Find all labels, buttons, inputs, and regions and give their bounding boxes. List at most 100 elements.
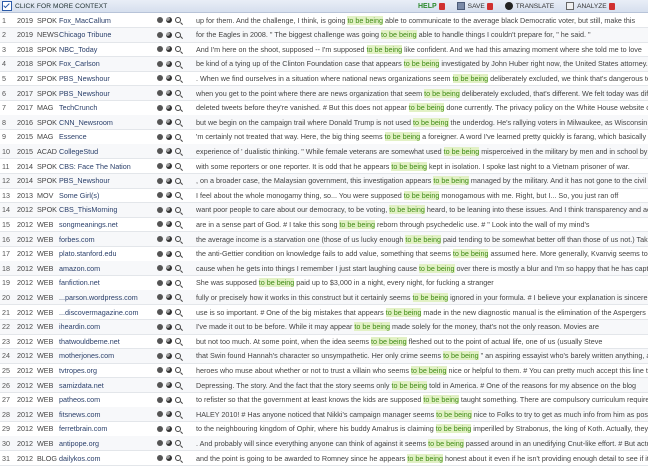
keyword-match[interactable]: to be being	[385, 307, 422, 317]
search-icon[interactable]	[175, 236, 181, 242]
keyword-match[interactable]: to be being	[381, 30, 417, 40]
keyword-match[interactable]: to be being	[452, 249, 489, 259]
keyword-match[interactable]: to be being	[410, 365, 447, 375]
audio-icon[interactable]	[157, 440, 163, 447]
info-icon[interactable]	[166, 192, 172, 199]
info-icon[interactable]	[166, 163, 172, 169]
info-icon[interactable]	[166, 396, 172, 403]
audio-icon[interactable]	[157, 104, 163, 111]
audio-icon[interactable]	[157, 177, 163, 184]
keyword-match[interactable]: to be being	[389, 205, 425, 215]
keyword-match[interactable]: to be being	[424, 88, 460, 98]
search-icon[interactable]	[175, 163, 181, 169]
audio-icon[interactable]	[157, 163, 163, 169]
row-source-link[interactable]: patheos.com	[59, 395, 153, 404]
audio-icon[interactable]	[157, 250, 163, 257]
info-icon[interactable]	[166, 177, 172, 184]
keyword-match[interactable]: to be being	[435, 424, 472, 434]
context-toggle[interactable]: CLICK FOR MORE CONTEXT	[2, 1, 107, 11]
audio-icon[interactable]	[157, 221, 163, 228]
audio-icon[interactable]	[157, 323, 163, 330]
info-icon[interactable]	[166, 411, 172, 418]
search-icon[interactable]	[175, 221, 181, 228]
audio-icon[interactable]	[157, 279, 163, 286]
info-icon[interactable]	[166, 294, 172, 301]
row-source-link[interactable]: Some Girl(s)	[59, 191, 153, 200]
keyword-match[interactable]: to be being	[403, 59, 440, 69]
search-icon[interactable]	[175, 206, 181, 213]
row-source-link[interactable]: Chicago Tribune	[59, 30, 153, 39]
audio-icon[interactable]	[157, 90, 163, 96]
keyword-match[interactable]: to be being	[258, 278, 295, 288]
row-source-link[interactable]: tvtropes.org	[59, 366, 153, 375]
audio-icon[interactable]	[157, 75, 163, 82]
info-icon[interactable]	[166, 352, 172, 359]
row-source-link[interactable]: ferretbrain.com	[59, 424, 153, 433]
audio-icon[interactable]	[157, 60, 163, 67]
keyword-match[interactable]: to be being	[407, 453, 443, 463]
audio-icon[interactable]	[157, 17, 163, 23]
row-source-link[interactable]: PBS_Newshour	[59, 176, 153, 185]
info-icon[interactable]	[166, 148, 172, 155]
audio-icon[interactable]	[157, 119, 163, 126]
search-icon[interactable]	[175, 192, 181, 199]
keyword-match[interactable]: to be being	[423, 395, 459, 405]
search-icon[interactable]	[175, 148, 181, 155]
audio-icon[interactable]	[157, 411, 163, 418]
audio-icon[interactable]	[157, 396, 163, 403]
row-source-link[interactable]: thatwouldbeme.net	[59, 337, 153, 346]
search-icon[interactable]	[175, 265, 181, 272]
keyword-match[interactable]: to be being	[391, 161, 427, 171]
search-icon[interactable]	[175, 396, 181, 403]
audio-icon[interactable]	[157, 31, 163, 38]
row-source-link[interactable]: iheardin.com	[59, 322, 153, 331]
search-icon[interactable]	[175, 382, 181, 388]
info-icon[interactable]	[166, 425, 172, 432]
info-icon[interactable]	[166, 31, 172, 38]
row-source-link[interactable]: Fox_Carlson	[59, 59, 153, 68]
keyword-match[interactable]: to be being	[366, 44, 403, 54]
keyword-match[interactable]: to be being	[405, 234, 441, 244]
audio-icon[interactable]	[157, 309, 163, 315]
search-icon[interactable]	[175, 119, 181, 126]
keyword-match[interactable]: to be being	[347, 15, 384, 25]
row-source-link[interactable]: CBS: Face The Nation	[59, 162, 153, 171]
audio-icon[interactable]	[157, 148, 163, 155]
search-icon[interactable]	[175, 338, 181, 345]
row-source-link[interactable]: dailykos.com	[59, 454, 153, 463]
audio-icon[interactable]	[157, 46, 163, 53]
row-source-link[interactable]: fitsnews.com	[59, 410, 153, 419]
keyword-match[interactable]: to be being	[412, 292, 449, 302]
help-link[interactable]: HELP	[418, 3, 437, 10]
row-source-link[interactable]: CBS_ThisMorning	[59, 205, 153, 214]
info-icon[interactable]	[166, 221, 172, 228]
audio-icon[interactable]	[157, 367, 163, 374]
audio-icon[interactable]	[157, 206, 163, 213]
search-icon[interactable]	[175, 17, 181, 23]
search-icon[interactable]	[175, 177, 181, 184]
info-icon[interactable]	[166, 382, 172, 388]
audio-icon[interactable]	[157, 338, 163, 345]
row-source-link[interactable]: songmeanings.net	[59, 220, 153, 229]
search-icon[interactable]	[175, 455, 181, 461]
keyword-match[interactable]: to be being	[452, 73, 489, 83]
info-icon[interactable]	[166, 265, 172, 272]
keyword-match[interactable]: to be being	[408, 103, 445, 113]
audio-icon[interactable]	[157, 455, 163, 461]
info-icon[interactable]	[166, 236, 172, 242]
help-pdf-icon[interactable]	[438, 2, 445, 10]
search-icon[interactable]	[175, 90, 181, 96]
audio-icon[interactable]	[157, 265, 163, 272]
search-icon[interactable]	[175, 75, 181, 82]
search-icon[interactable]	[175, 294, 181, 301]
info-icon[interactable]	[166, 309, 172, 315]
search-icon[interactable]	[175, 31, 181, 38]
info-icon[interactable]	[166, 367, 172, 374]
checkbox-icon[interactable]	[2, 1, 12, 11]
audio-icon[interactable]	[157, 294, 163, 301]
search-icon[interactable]	[175, 250, 181, 257]
row-source-link[interactable]: NBC_Today	[59, 45, 153, 54]
keyword-match[interactable]: to be being	[428, 438, 464, 448]
keyword-match[interactable]: to be being	[384, 132, 421, 142]
search-icon[interactable]	[175, 279, 181, 286]
